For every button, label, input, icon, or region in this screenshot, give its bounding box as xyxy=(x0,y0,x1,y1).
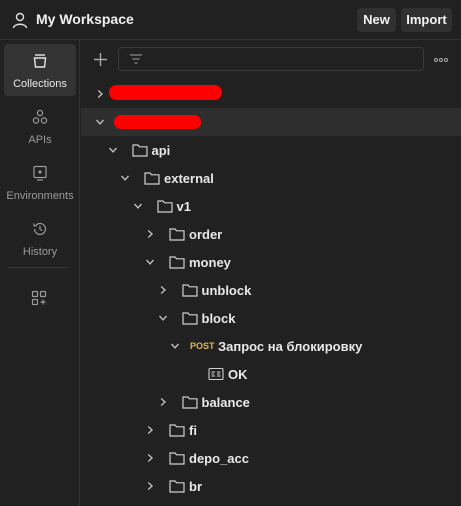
sidebar-item-history[interactable]: History xyxy=(4,212,76,264)
new-button[interactable]: New xyxy=(357,8,396,32)
workspace-title[interactable]: My Workspace xyxy=(36,11,134,27)
folder-label: money xyxy=(189,255,231,270)
folder-row[interactable]: balance xyxy=(81,388,461,416)
chevron-right-icon[interactable] xyxy=(145,425,155,435)
chevron-right-icon[interactable] xyxy=(95,89,105,99)
example-row[interactable]: OK xyxy=(81,360,461,388)
folder-label: order xyxy=(189,227,223,242)
import-button[interactable]: Import xyxy=(401,8,452,32)
sidebar-item-label: Collections xyxy=(13,78,67,90)
folder-label: unblock xyxy=(201,283,252,298)
chevron-right-icon[interactable] xyxy=(158,397,168,407)
example-label: OK xyxy=(228,367,248,382)
folder-row[interactable]: block xyxy=(81,304,461,332)
chevron-down-icon[interactable] xyxy=(120,173,130,183)
top-header: My Workspace New Import xyxy=(0,0,461,40)
history-icon xyxy=(33,222,47,236)
sidebar-item-label: Environments xyxy=(6,190,74,202)
sidebar-item-collections[interactable]: Collections xyxy=(4,44,76,96)
folder-label: fi xyxy=(189,423,197,438)
request-row[interactable]: POST Запрос на блокировку xyxy=(81,332,461,360)
method-badge: POST xyxy=(190,341,215,351)
folder-label: depo_acc xyxy=(189,451,249,466)
folder-row[interactable]: v1 xyxy=(81,192,461,220)
search-input[interactable] xyxy=(118,47,424,71)
left-sidebar: Collections APIs Environments History xyxy=(0,40,80,506)
sidebar-divider xyxy=(8,267,68,268)
folder-row[interactable]: depo_acc xyxy=(81,444,461,472)
sidebar-item-label: APIs xyxy=(28,134,52,146)
redacted-collection-name xyxy=(109,85,222,100)
chevron-right-icon[interactable] xyxy=(145,453,155,463)
folder-row[interactable]: order xyxy=(81,220,461,248)
collection-row[interactable] xyxy=(81,108,461,136)
folder-row[interactable]: unblock xyxy=(81,276,461,304)
folder-icon xyxy=(169,256,185,269)
folder-icon xyxy=(181,396,198,409)
folder-icon xyxy=(181,284,198,297)
chevron-right-icon[interactable] xyxy=(145,229,155,239)
collections-icon xyxy=(33,54,47,68)
chevron-right-icon[interactable] xyxy=(158,285,168,295)
folder-row[interactable]: money xyxy=(81,248,461,276)
folder-label: v1 xyxy=(176,199,191,214)
chevron-right-icon[interactable] xyxy=(145,481,155,491)
user-icon xyxy=(12,12,28,29)
collection-row[interactable] xyxy=(81,80,461,108)
chevron-down-icon[interactable] xyxy=(95,117,105,127)
folder-icon xyxy=(156,200,173,213)
request-label: Запрос на блокировку xyxy=(218,339,363,354)
folder-row[interactable]: fi xyxy=(81,416,461,444)
plus-icon[interactable] xyxy=(93,52,108,67)
folder-row[interactable]: external xyxy=(81,164,461,192)
add-workspace-icon[interactable] xyxy=(31,290,47,306)
folder-icon xyxy=(131,144,148,157)
folder-label: external xyxy=(164,171,214,186)
folder-icon xyxy=(169,228,185,241)
chevron-down-icon[interactable] xyxy=(145,257,155,267)
folder-label: block xyxy=(201,311,236,326)
filter-icon xyxy=(130,54,142,64)
folder-icon xyxy=(144,172,160,185)
folder-icon xyxy=(169,452,185,465)
folder-row[interactable]: br xyxy=(81,472,461,500)
chevron-down-icon[interactable] xyxy=(108,145,118,155)
more-options-icon[interactable] xyxy=(433,57,449,63)
chevron-down-icon[interactable] xyxy=(170,341,180,351)
redacted-collection-name xyxy=(114,115,201,129)
folder-row[interactable]: api xyxy=(81,136,461,164)
chevron-down-icon[interactable] xyxy=(133,201,143,211)
sidebar-item-apis[interactable]: APIs xyxy=(4,100,76,152)
sidebar-item-label: History xyxy=(22,246,58,258)
environments-icon xyxy=(33,165,47,181)
folder-icon xyxy=(181,312,198,325)
folder-icon xyxy=(169,480,185,493)
collection-tree: api external v1 order money unblock block POST З… xyxy=(81,80,461,506)
folder-label: api xyxy=(151,143,171,158)
folder-label: balance xyxy=(201,395,250,410)
folder-icon xyxy=(169,424,185,437)
folder-label: br xyxy=(189,479,202,494)
collections-toolbar xyxy=(81,40,461,80)
apis-icon xyxy=(32,109,48,124)
sidebar-item-environments[interactable]: Environments xyxy=(4,156,76,208)
example-icon xyxy=(208,367,224,381)
chevron-down-icon[interactable] xyxy=(158,313,168,323)
